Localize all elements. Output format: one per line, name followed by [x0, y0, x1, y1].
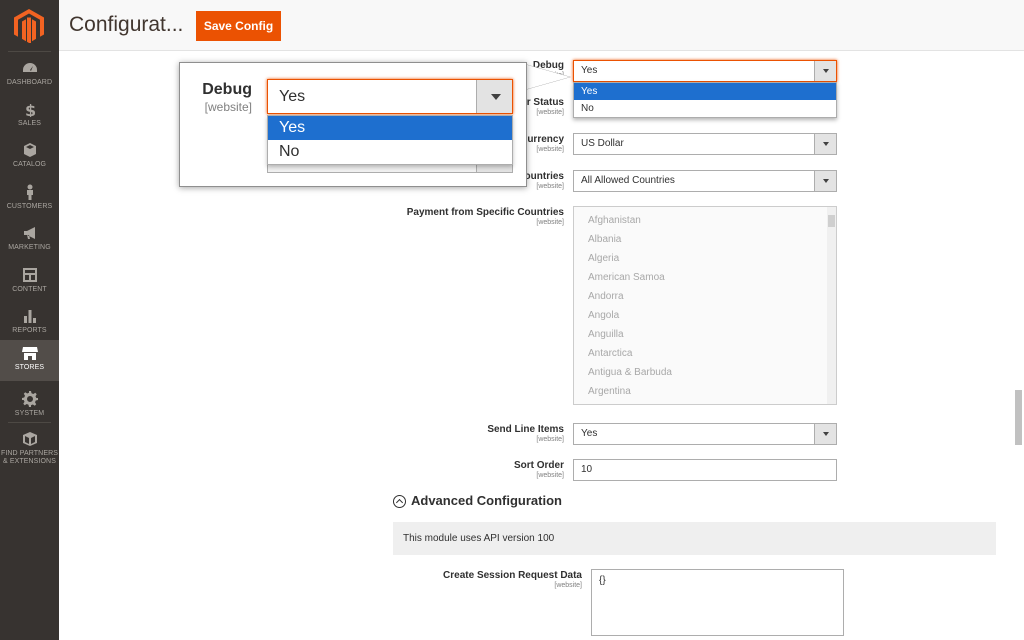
chevron-down-icon[interactable]	[814, 424, 836, 444]
field-label-text: Create Session Request Data	[443, 570, 582, 581]
nav-reports[interactable]: REPORTS	[0, 303, 59, 344]
api-version-notice: This module uses API version 100	[393, 522, 996, 555]
nav-label: CATALOG	[12, 161, 47, 168]
sort-order-label: Sort Order [website]	[400, 460, 564, 479]
nav-content[interactable]: CONTENT	[0, 262, 59, 303]
nav-catalog[interactable]: CATALOG	[0, 137, 59, 178]
select-value: Yes	[581, 65, 598, 76]
nav-label: REPORTS	[12, 327, 47, 334]
magento-logo-icon[interactable]	[14, 9, 44, 43]
nav-label: CUSTOMERS	[6, 203, 53, 210]
list-item[interactable]: Algeria	[574, 249, 836, 268]
callout-debug-dropdown: Yes No	[267, 115, 513, 165]
select-value: US Dollar	[581, 138, 624, 149]
field-label-text: Payment from Specific Countries	[406, 207, 564, 218]
sort-order-input[interactable]: 10	[573, 459, 837, 481]
nav-label: SYSTEM	[14, 410, 45, 417]
scope-text: [website]	[554, 582, 582, 589]
list-item[interactable]: Andorra	[574, 287, 836, 306]
dropdown-option[interactable]: Yes	[574, 83, 836, 100]
allowed-countries-select[interactable]: All Allowed Countries	[573, 170, 837, 192]
nav-divider	[8, 422, 51, 423]
nav-system[interactable]: SYSTEM	[0, 386, 59, 427]
debug-dropdown: Yes No	[573, 82, 837, 118]
advanced-configuration-heading[interactable]: Advanced Configuration	[411, 493, 562, 508]
nav-find-partners[interactable]: FIND PARTNERS & EXTENSIONS	[0, 426, 59, 470]
scope-text: [website]	[204, 100, 252, 114]
field-label-text: Sort Order	[513, 460, 564, 471]
list-item[interactable]: Albania	[574, 230, 836, 249]
scope-text: [website]	[536, 472, 564, 479]
megaphone-icon	[0, 225, 59, 241]
send-line-items-select[interactable]: Yes	[573, 423, 837, 445]
nav-label: CONTENT	[12, 286, 47, 293]
callout-pointer	[524, 64, 570, 90]
nav-divider	[8, 51, 51, 52]
specific-countries-label: Payment from Specific Countries [website…	[380, 207, 564, 226]
select-value: Yes	[581, 428, 598, 439]
field-label-text: ountries	[524, 171, 564, 182]
nav-label: DASHBOARD	[6, 79, 53, 86]
list-item[interactable]: Antarctica	[574, 344, 836, 363]
box-icon	[0, 431, 59, 447]
scope-text: [website]	[536, 436, 564, 443]
dropdown-option[interactable]: No	[574, 100, 836, 117]
bar-chart-icon	[0, 308, 59, 324]
callout-debug-label: Debug [website]	[180, 81, 252, 114]
list-item[interactable]: Angola	[574, 306, 836, 325]
scrollbar-thumb[interactable]	[828, 215, 835, 227]
page-title: Configurat...	[69, 13, 184, 36]
nav-marketing[interactable]: MARKETING	[0, 220, 59, 261]
list-item[interactable]: Argentina	[574, 382, 836, 401]
page-scrollbar[interactable]	[1015, 390, 1022, 445]
scrollbar[interactable]	[827, 207, 836, 404]
select-value: All Allowed Countries	[581, 175, 675, 186]
field-label-text: er Status	[521, 97, 564, 108]
list-item[interactable]: Antigua & Barbuda	[574, 363, 836, 382]
chevron-down-icon[interactable]	[814, 134, 836, 154]
currency-select[interactable]: US Dollar	[573, 133, 837, 155]
nav-sales[interactable]: $ SALES	[0, 96, 59, 137]
nav-stores[interactable]: STORES	[0, 340, 59, 381]
callout-debug-select[interactable]: Yes	[267, 79, 513, 114]
person-icon	[0, 184, 59, 200]
layout-icon	[0, 267, 59, 283]
save-config-button[interactable]: Save Config	[196, 11, 281, 41]
list-item[interactable]: American Samoa	[574, 268, 836, 287]
field-label-text: Send Line Items	[487, 424, 564, 435]
nav-label: FIND PARTNERS	[0, 450, 59, 457]
chevron-down-icon[interactable]	[814, 171, 836, 191]
select-value: Yes	[279, 88, 306, 105]
admin-sidebar: DASHBOARD $ SALES CATALOG CUSTOMERS MARK…	[0, 0, 59, 640]
chevron-down-icon[interactable]	[814, 61, 836, 81]
nav-customers[interactable]: CUSTOMERS	[0, 179, 59, 220]
nav-dashboard[interactable]: DASHBOARD	[0, 55, 59, 96]
zoom-callout: Debug [website] Yes Yes No	[179, 62, 527, 187]
send-line-items-label: Send Line Items [website]	[400, 424, 564, 443]
nav-label-line2: & EXTENSIONS	[3, 458, 56, 465]
dashboard-icon	[0, 60, 59, 76]
svg-text:$: $	[25, 101, 36, 117]
list-item[interactable]: Afghanistan	[574, 211, 836, 230]
dollar-icon: $	[0, 101, 59, 120]
nav-label: MARKETING	[8, 244, 51, 251]
gear-icon	[0, 391, 59, 407]
session-request-label: Create Session Request Data [website]	[400, 570, 582, 589]
dropdown-option[interactable]: No	[268, 140, 512, 164]
store-icon	[0, 345, 59, 361]
specific-countries-multiselect[interactable]: Afghanistan Albania Algeria American Sam…	[573, 206, 837, 405]
list-item[interactable]: Anguilla	[574, 325, 836, 344]
dropdown-option[interactable]: Yes	[268, 116, 512, 140]
page-header: Configurat... Save Config	[59, 0, 1024, 51]
scope-text: [website]	[536, 219, 564, 226]
field-label-text: Debug	[202, 81, 252, 98]
debug-select[interactable]: Yes	[573, 60, 837, 82]
chevron-down-icon[interactable]	[476, 80, 512, 113]
collapse-toggle-icon[interactable]	[393, 495, 406, 508]
session-request-textarea[interactable]: {}	[591, 569, 844, 636]
nav-label: SALES	[17, 120, 42, 127]
cube-icon	[0, 142, 59, 158]
nav-label: STORES	[14, 364, 45, 371]
